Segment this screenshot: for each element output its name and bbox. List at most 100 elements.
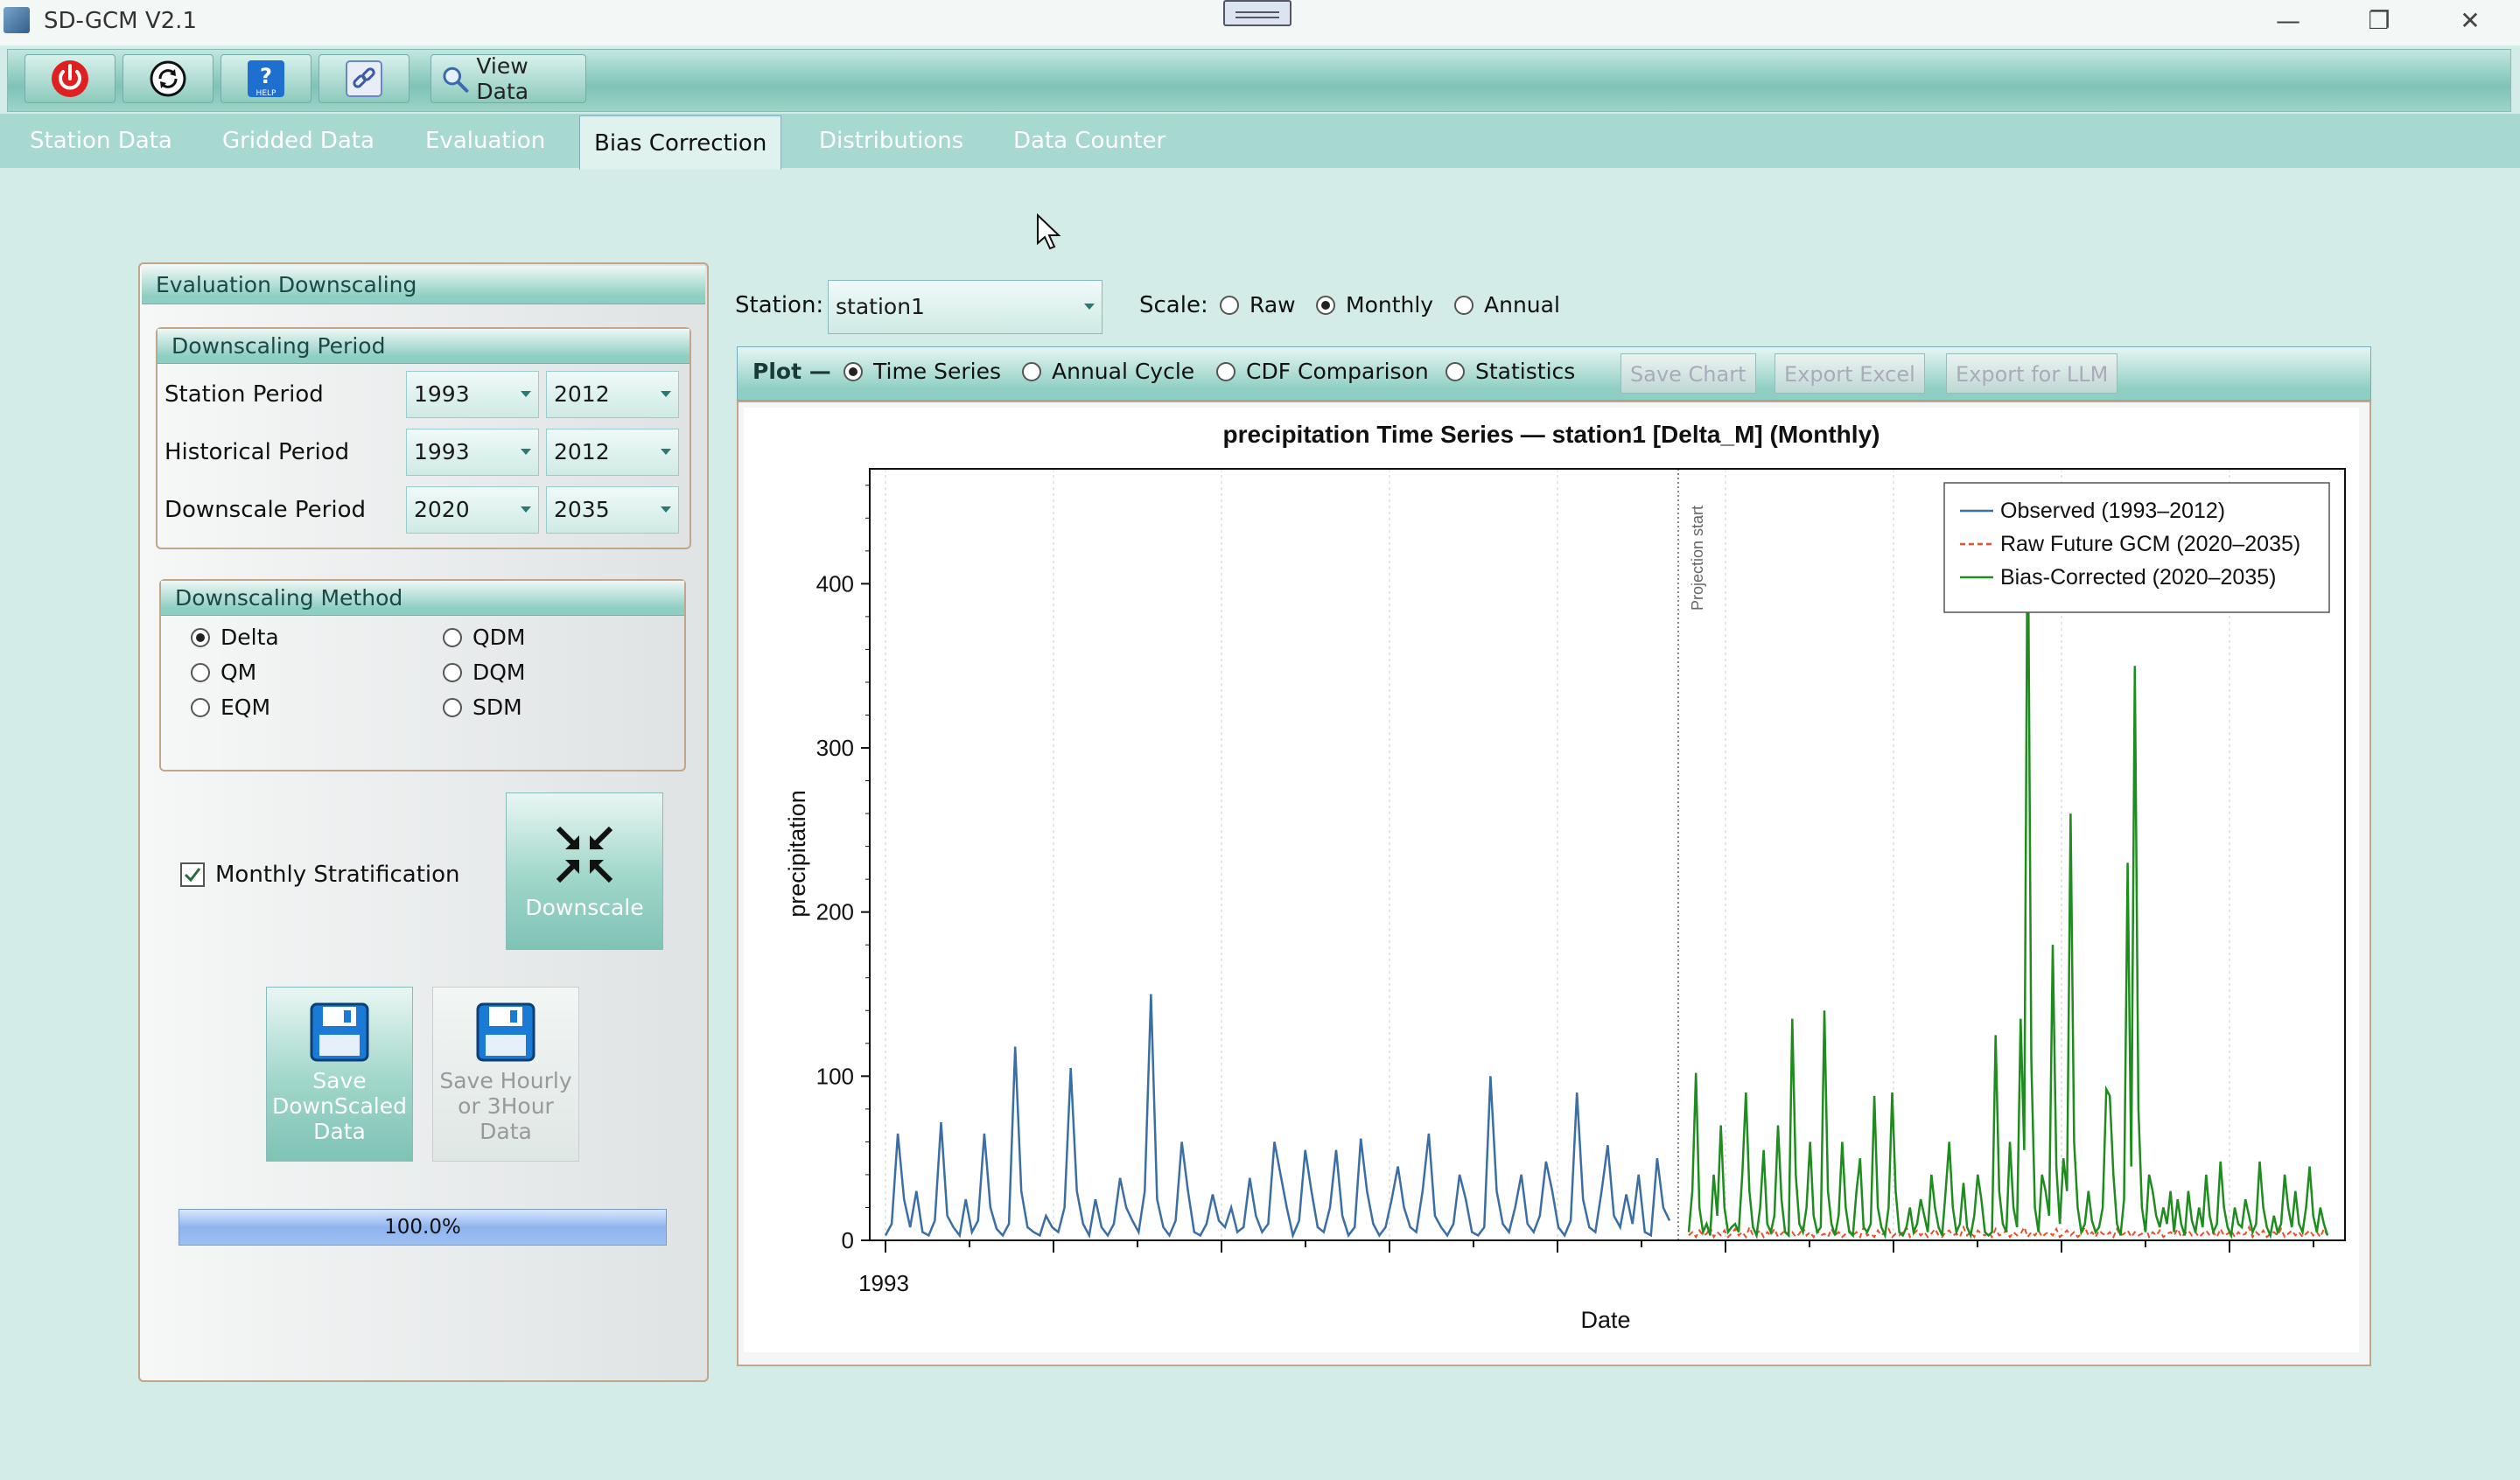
close-button[interactable]: ✕ [2431, 3, 2510, 38]
method-qm-radio[interactable]: QM [191, 660, 256, 685]
plot-annual-cycle-radio[interactable]: Annual Cycle [1022, 359, 1194, 384]
link-button[interactable] [318, 54, 410, 103]
save-hourly-data-button[interactable]: Save Hourly or 3Hour Data [432, 987, 579, 1162]
downscale-period-from-value: 2020 [414, 497, 470, 522]
method-delta-radio[interactable]: Delta [191, 625, 279, 650]
station-period-from-value: 1993 [414, 381, 470, 407]
radio-dot [443, 697, 462, 717]
plot-time-series-radio[interactable]: Time Series [844, 359, 1001, 384]
plot-statistics-label: Statistics [1475, 359, 1576, 384]
station-period-label: Station Period [164, 381, 324, 408]
scale-monthly-radio[interactable]: Monthly [1316, 292, 1433, 318]
dropdown-arrow-icon [1084, 304, 1095, 310]
x-tick-label: 1993 [858, 1270, 909, 1296]
plot-annual-cycle-label: Annual Cycle [1052, 359, 1195, 384]
downscale-period-to-value: 2035 [554, 497, 610, 522]
tab-gridded-data[interactable]: Gridded Data [208, 114, 388, 168]
chart-area: precipitation Time Series — station1 [De… [744, 408, 2359, 1352]
mouse-cursor-icon [1037, 213, 1061, 250]
downscale-period-from-select[interactable]: 2020 [406, 486, 539, 534]
view-data-label: View Data [476, 53, 529, 104]
plot-cdf-comparison-label: CDF Comparison [1246, 359, 1429, 384]
drag-handle-icon[interactable] [1223, 0, 1292, 26]
dropdown-arrow-icon [661, 449, 671, 455]
method-dqm-radio[interactable]: DQM [443, 660, 526, 685]
export-excel-button[interactable]: Export Excel [1774, 353, 1925, 394]
x-axis-label: Date [1580, 1307, 1630, 1333]
help-button[interactable]: ? HELP [220, 54, 312, 103]
refresh-button[interactable] [122, 54, 214, 103]
checkmark-icon [184, 868, 201, 883]
floppy-disk-icon [310, 1002, 369, 1062]
restore-button[interactable]: ❐ [2340, 3, 2418, 38]
legend-label: Bias-Corrected (2020–2035) [2000, 565, 2276, 590]
historical-period-to-select[interactable]: 2012 [546, 429, 679, 476]
save-label-line-3: Data [313, 1119, 366, 1144]
station-select[interactable]: station1 [828, 280, 1102, 334]
magnifier-icon [443, 66, 469, 93]
export-for-llm-button[interactable]: Export for LLM [1946, 353, 2118, 394]
app-icon [4, 7, 30, 33]
tab-evaluation[interactable]: Evaluation [411, 114, 559, 168]
plot-statistics-radio[interactable]: Statistics [1446, 359, 1575, 384]
scale-raw-radio[interactable]: Raw [1220, 292, 1296, 318]
station-period-from-select[interactable]: 1993 [406, 371, 539, 418]
downscale-button-label: Downscale [525, 895, 644, 920]
station-period-to-value: 2012 [554, 381, 610, 407]
dropdown-arrow-icon [521, 391, 531, 397]
legend-label: Observed (1993–2012) [2000, 499, 2225, 523]
view-data-button[interactable]: View Data [430, 53, 586, 104]
save-chart-button[interactable]: Save Chart [1620, 353, 1756, 394]
chart-title: precipitation Time Series — station1 [De… [1223, 421, 1880, 448]
radio-dot [1022, 361, 1041, 381]
tab-bias-correction[interactable]: Bias Correction [579, 115, 782, 170]
save-downscaled-data-button[interactable]: Save DownScaled Data [266, 987, 413, 1162]
station-label: Station: [735, 292, 824, 318]
historical-period-from-select[interactable]: 1993 [406, 429, 539, 476]
method-group-title: Downscaling Method [161, 581, 684, 616]
downscale-period-label: Downscale Period [164, 497, 367, 523]
time-series-chart: precipitation Time Series — station1 [De… [784, 421, 2346, 1333]
downscale-period-to-select[interactable]: 2035 [546, 486, 679, 534]
method-sdm-radio[interactable]: SDM [443, 695, 522, 720]
monthly-stratification-checkbox[interactable] [180, 862, 205, 887]
plot-cdf-comparison-radio[interactable]: CDF Comparison [1216, 359, 1429, 384]
dropdown-arrow-icon [521, 506, 531, 513]
historical-period-label: Historical Period [164, 439, 350, 465]
downscale-button[interactable]: Downscale [506, 792, 663, 950]
dropdown-arrow-icon [521, 449, 531, 455]
observed-series-line [884, 994, 1671, 1239]
panel-title: Evaluation Downscaling [142, 266, 705, 304]
save-hourly-label-line-2: or 3Hour [458, 1093, 554, 1119]
dropdown-arrow-icon [661, 391, 671, 397]
y-tick-label: 0 [842, 1227, 854, 1253]
radio-dot [443, 662, 462, 682]
window-title: SD-GCM V2.1 [44, 8, 197, 34]
method-qdm-radio[interactable]: QDM [443, 625, 526, 650]
scale-label: Scale: [1139, 292, 1208, 318]
y-tick-label: 200 [816, 899, 854, 925]
projection-start-label: Projection start [1689, 506, 1706, 611]
tab-station-data[interactable]: Station Data [16, 114, 186, 168]
help-icon: ? HELP [248, 60, 284, 98]
tab-data-counter[interactable]: Data Counter [999, 114, 1180, 168]
dropdown-arrow-icon [661, 506, 671, 513]
radio-dot [1216, 361, 1236, 381]
svg-text:?: ? [260, 64, 272, 88]
tab-distributions[interactable]: Distributions [805, 114, 977, 168]
radio-dot [191, 697, 210, 717]
power-button[interactable] [24, 54, 116, 103]
progress-bar: 100.0% [178, 1209, 667, 1246]
save-label-line-2: DownScaled [272, 1093, 407, 1119]
scale-annual-radio[interactable]: Annual [1454, 292, 1560, 318]
radio-dot [844, 361, 863, 381]
radio-dot [191, 662, 210, 682]
method-eqm-radio[interactable]: EQM [191, 695, 270, 720]
plot-label: Plot — [752, 359, 831, 384]
method-qdm-label: QDM [472, 625, 526, 650]
station-period-to-select[interactable]: 2012 [546, 371, 679, 418]
monthly-stratification-label: Monthly Stratification [215, 862, 460, 888]
period-group-title: Downscaling Period [158, 329, 690, 364]
plot-time-series-label: Time Series [873, 359, 1002, 384]
minimize-button[interactable]: — [2249, 3, 2328, 38]
